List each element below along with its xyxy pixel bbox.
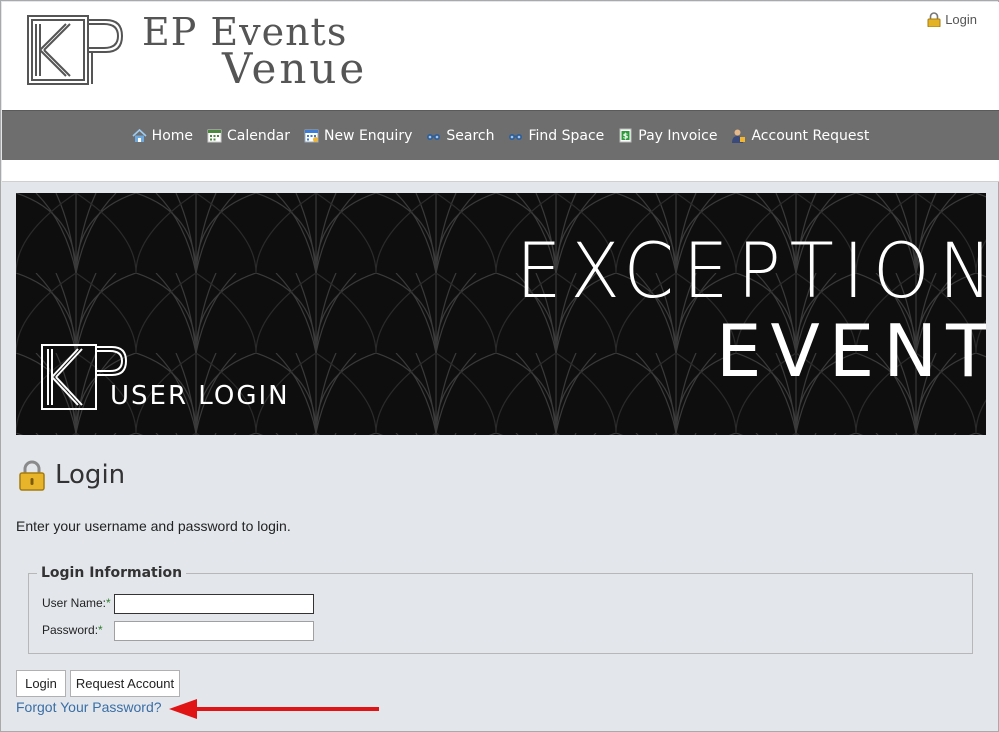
hero-banner: EXCEPTIONAL EVENTS USER LOGIN	[16, 193, 986, 435]
user-icon	[732, 129, 746, 143]
top-login-label: Login	[945, 12, 977, 27]
username-label: User Name:*	[42, 596, 111, 610]
banner-title-line1: EXCEPTIONAL	[516, 226, 986, 316]
banner-title-line2: EVENTS	[716, 309, 986, 393]
nav-label-account-request: Account Request	[751, 127, 870, 144]
nav-spacer-strip	[2, 160, 999, 182]
nav-label-home: Home	[151, 127, 194, 144]
intro-text: Enter your username and password to logi…	[16, 518, 291, 534]
main-nav: Home Calendar New Enquiry Search Find Sp…	[2, 110, 999, 160]
request-account-button[interactable]: Request Account	[70, 670, 180, 697]
password-label-text: Password:	[42, 623, 99, 637]
nav-item-search[interactable]: Search	[426, 128, 494, 144]
lock-icon	[19, 460, 45, 491]
login-button[interactable]: Login	[16, 670, 66, 697]
nav-label-search: Search	[446, 127, 495, 144]
svg-text:$: $	[623, 132, 629, 141]
ep-logo-icon[interactable]	[26, 14, 126, 86]
binoculars-icon	[509, 134, 523, 140]
nav-label-calendar: Calendar	[227, 127, 290, 144]
red-arrow-annotation-icon	[169, 699, 379, 719]
home-icon	[132, 128, 147, 142]
nav-item-new-enquiry[interactable]: New Enquiry	[304, 128, 412, 144]
page-title: Login	[17, 459, 125, 491]
password-label: Password:*	[42, 623, 103, 637]
site-header: EP Events Venue Login	[2, 2, 999, 110]
required-mark: *	[106, 596, 111, 610]
page-title-text: Login	[55, 460, 126, 490]
page-frame: EP Events Venue Login Home Calendar New …	[0, 0, 999, 732]
top-login-link[interactable]: Login	[927, 12, 977, 27]
enquiry-icon	[304, 129, 319, 143]
binoculars-icon	[427, 134, 441, 140]
username-input[interactable]	[114, 594, 314, 614]
nav-item-find-space[interactable]: Find Space	[508, 128, 604, 144]
nav-label-new-enquiry: New Enquiry	[323, 127, 413, 144]
forgot-password-link[interactable]: Forgot Your Password?	[16, 699, 162, 715]
dollar-icon: $	[619, 128, 632, 143]
username-label-text: User Name:	[42, 596, 107, 610]
required-mark: *	[98, 623, 103, 637]
login-fieldset: Login Information User Name:* Password:*	[28, 565, 973, 654]
nav-label-pay-invoice: Pay Invoice	[638, 127, 718, 144]
brand-name-line2: Venue	[222, 44, 368, 93]
fieldset-legend: Login Information	[37, 565, 187, 581]
banner-subtitle: USER LOGIN	[110, 381, 290, 411]
nav-item-pay-invoice[interactable]: $ Pay Invoice	[618, 128, 717, 144]
lock-icon	[927, 12, 941, 27]
nav-item-calendar[interactable]: Calendar	[207, 128, 290, 144]
nav-item-account-request[interactable]: Account Request	[731, 128, 869, 144]
nav-label-find-space: Find Space	[528, 127, 605, 144]
nav-item-home[interactable]: Home	[132, 128, 193, 144]
password-input[interactable]	[114, 621, 314, 641]
calendar-icon	[207, 129, 222, 143]
